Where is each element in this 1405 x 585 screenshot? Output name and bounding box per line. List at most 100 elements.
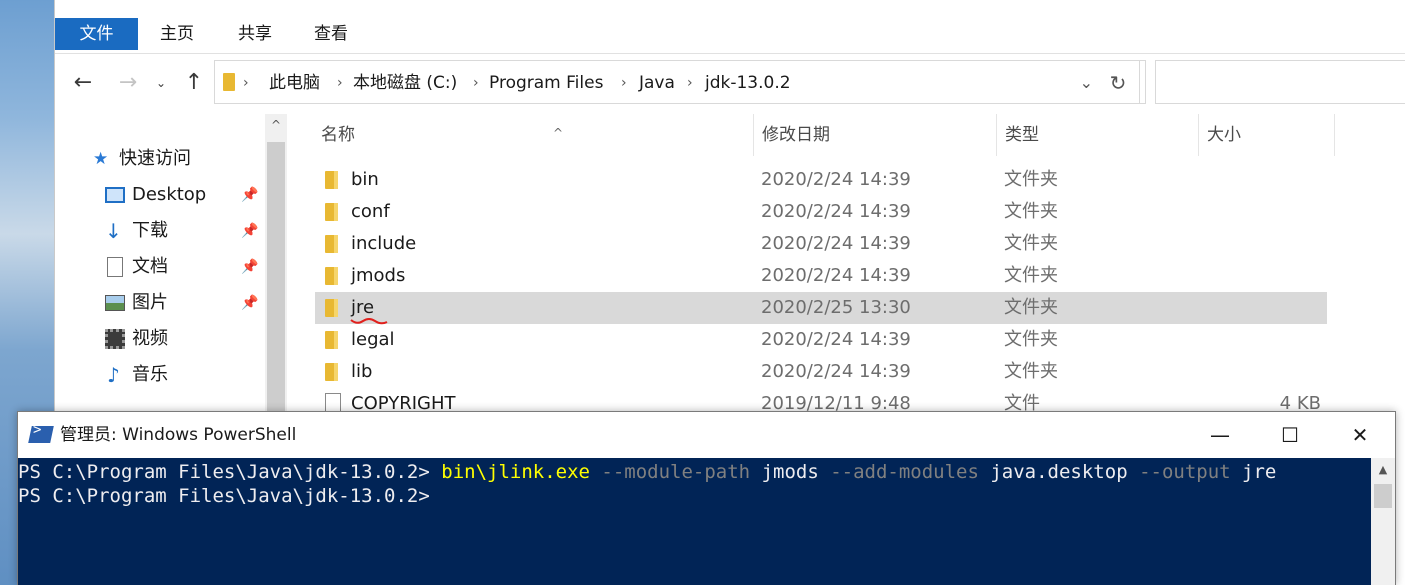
tab-share[interactable]: 共享 bbox=[225, 18, 285, 50]
nav-item-label: 视频 bbox=[132, 328, 168, 349]
console-line: PS C:\Program Files\Java\jdk-13.0.2> bin… bbox=[18, 460, 1371, 484]
scroll-up-icon[interactable]: ▲ bbox=[1371, 460, 1395, 480]
console-parameter: --module-path bbox=[589, 461, 751, 483]
folder-icon bbox=[325, 267, 338, 285]
breadcrumb-local-disk[interactable]: 本地磁盘 (C:) bbox=[353, 61, 457, 105]
file-row-jmods[interactable]: jmods 2020/2/24 14:39 文件夹 bbox=[315, 260, 1327, 292]
powershell-titlebar[interactable]: > 管理员: Windows PowerShell — ☐ ✕ bbox=[18, 412, 1395, 458]
up-arrow-icon[interactable]: ↑ bbox=[179, 68, 209, 98]
file-row-bin[interactable]: bin 2020/2/24 14:39 文件夹 bbox=[315, 164, 1327, 196]
nav-item-label: 音乐 bbox=[132, 364, 168, 385]
back-arrow-icon[interactable]: ← bbox=[68, 68, 98, 98]
file-name: include bbox=[351, 233, 417, 254]
pin-icon[interactable]: 📌 bbox=[241, 178, 258, 212]
file-type: 文件夹 bbox=[1004, 201, 1058, 222]
console-argument: jmods bbox=[750, 461, 819, 483]
file-type: 文件夹 bbox=[1004, 265, 1058, 286]
file-date: 2020/2/24 14:39 bbox=[761, 233, 911, 254]
tab-view[interactable]: 查看 bbox=[301, 18, 361, 50]
pin-icon[interactable]: 📌 bbox=[241, 214, 258, 248]
column-header-date[interactable]: 修改日期 bbox=[754, 114, 997, 156]
console-command: bin\jlink.exe bbox=[441, 461, 590, 483]
file-row-include[interactable]: include 2020/2/24 14:39 文件夹 bbox=[315, 228, 1327, 260]
file-row-legal[interactable]: legal 2020/2/24 14:39 文件夹 bbox=[315, 324, 1327, 356]
file-name: jmods bbox=[351, 265, 406, 286]
forward-arrow-icon[interactable]: → bbox=[113, 68, 143, 98]
breadcrumb-this-pc[interactable]: 此电脑 bbox=[269, 61, 320, 105]
scrollbar-thumb[interactable] bbox=[267, 142, 285, 442]
powershell-title: 管理员: Windows PowerShell bbox=[60, 425, 297, 445]
refresh-icon[interactable]: ↻ bbox=[1097, 60, 1140, 104]
nav-item-label: 下载 bbox=[132, 220, 168, 241]
chevron-right-icon[interactable]: › bbox=[243, 61, 249, 105]
file-name: conf bbox=[351, 201, 390, 222]
chevron-right-icon[interactable]: › bbox=[337, 61, 343, 105]
tab-home[interactable]: 主页 bbox=[147, 18, 207, 50]
nav-item-music[interactable]: ♪ 音乐 bbox=[55, 358, 260, 392]
desktop-icon bbox=[105, 187, 125, 203]
file-date: 2020/2/25 13:30 bbox=[761, 297, 911, 318]
nav-item-label: 图片 bbox=[132, 292, 168, 313]
chevron-right-icon[interactable]: › bbox=[687, 61, 693, 105]
column-header-label: 名称 bbox=[321, 125, 355, 145]
breadcrumb-java[interactable]: Java bbox=[639, 61, 675, 105]
document-icon bbox=[107, 257, 123, 277]
scrollbar-thumb[interactable] bbox=[1374, 484, 1392, 508]
address-dropdown-chevron-icon[interactable]: ⌄ bbox=[1080, 61, 1093, 105]
tab-file[interactable]: 文件 bbox=[55, 18, 138, 50]
scroll-up-icon[interactable]: ^ bbox=[265, 118, 287, 138]
breadcrumb-jdk[interactable]: jdk-13.0.2 bbox=[705, 61, 791, 105]
nav-item-downloads[interactable]: ↓ 下载 📌 bbox=[55, 214, 260, 248]
file-type: 文件夹 bbox=[1004, 329, 1058, 350]
console-parameter: --output bbox=[1127, 461, 1231, 483]
file-name: lib bbox=[351, 361, 373, 382]
file-type: 文件夹 bbox=[1004, 233, 1058, 254]
star-icon: ★ bbox=[93, 149, 109, 169]
column-header-label: 修改日期 bbox=[762, 125, 830, 145]
address-box[interactable]: › 此电脑 › 本地磁盘 (C:) › Program Files › Java… bbox=[214, 60, 1146, 104]
sort-ascending-icon: ^ bbox=[553, 126, 564, 140]
nav-item-desktop[interactable]: Desktop 📌 bbox=[55, 178, 260, 212]
video-icon bbox=[105, 329, 125, 349]
file-type: 文件夹 bbox=[1004, 169, 1058, 190]
pin-icon[interactable]: 📌 bbox=[241, 250, 258, 284]
download-icon: ↓ bbox=[105, 219, 122, 243]
nav-quick-access[interactable]: ★ 快速访问 bbox=[55, 142, 260, 176]
maximize-button[interactable]: ☐ bbox=[1256, 412, 1324, 458]
nav-quick-access-label: 快速访问 bbox=[119, 148, 191, 169]
music-note-icon: ♪ bbox=[107, 363, 120, 387]
file-date: 2020/2/24 14:39 bbox=[761, 169, 911, 190]
breadcrumb-program-files[interactable]: Program Files bbox=[489, 61, 603, 105]
minimize-button[interactable]: — bbox=[1186, 412, 1254, 458]
file-row-lib[interactable]: lib 2020/2/24 14:39 文件夹 bbox=[315, 356, 1327, 388]
nav-item-documents[interactable]: 文档 📌 bbox=[55, 250, 260, 284]
file-name: legal bbox=[351, 329, 395, 350]
column-header-size[interactable]: 大小 bbox=[1199, 114, 1335, 156]
explorer-titlebar bbox=[55, 0, 1405, 14]
pin-icon[interactable]: 📌 bbox=[241, 286, 258, 320]
folder-icon bbox=[325, 331, 338, 349]
chevron-right-icon[interactable]: › bbox=[473, 61, 479, 105]
ribbon-tabs: 文件 主页 共享 查看 bbox=[55, 14, 1405, 54]
folder-icon bbox=[325, 299, 338, 317]
console-line: PS C:\Program Files\Java\jdk-13.0.2> bbox=[18, 484, 1371, 508]
powershell-console[interactable]: PS C:\Program Files\Java\jdk-13.0.2> bin… bbox=[18, 458, 1371, 585]
powershell-window: > 管理员: Windows PowerShell — ☐ ✕ PS C:\Pr… bbox=[17, 411, 1396, 585]
search-input[interactable] bbox=[1155, 60, 1405, 104]
folder-icon bbox=[325, 171, 338, 189]
picture-icon bbox=[105, 295, 125, 311]
recent-locations-chevron-icon[interactable]: ⌄ bbox=[151, 68, 171, 98]
column-header-type[interactable]: 类型 bbox=[997, 114, 1199, 156]
file-row-jre[interactable]: jre 2020/2/25 13:30 文件夹 bbox=[315, 292, 1327, 325]
column-header-name[interactable]: 名称 ^ bbox=[313, 114, 754, 156]
file-row-conf[interactable]: conf 2020/2/24 14:39 文件夹 bbox=[315, 196, 1327, 228]
file-date: 2020/2/24 14:39 bbox=[761, 361, 911, 382]
close-button[interactable]: ✕ bbox=[1326, 412, 1394, 458]
nav-item-videos[interactable]: 视频 bbox=[55, 322, 260, 356]
powershell-scrollbar[interactable]: ▲ bbox=[1371, 458, 1395, 585]
chevron-right-icon[interactable]: › bbox=[621, 61, 627, 105]
folder-icon bbox=[325, 203, 338, 221]
nav-item-pictures[interactable]: 图片 📌 bbox=[55, 286, 260, 320]
console-prompt: PS C:\Program Files\Java\jdk-13.0.2> bbox=[18, 461, 442, 483]
folder-icon bbox=[325, 363, 338, 381]
